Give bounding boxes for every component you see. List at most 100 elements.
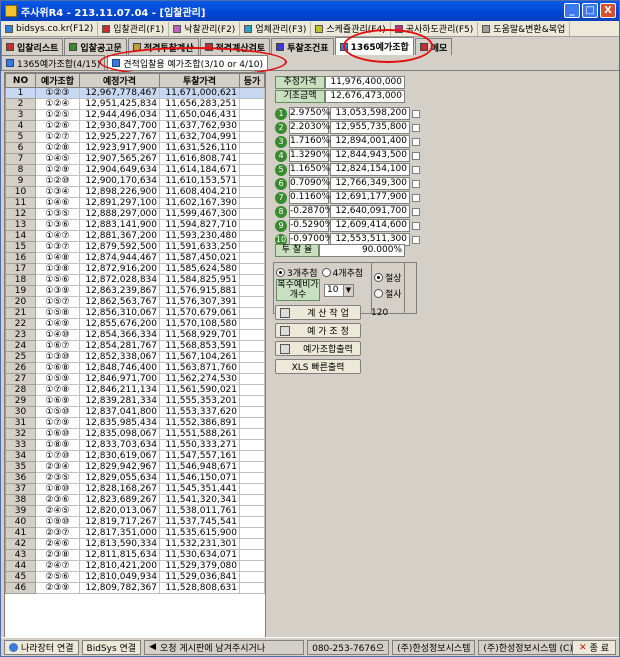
tab-memo[interactable]: 메모 xyxy=(414,38,453,55)
table-row[interactable]: 2 ①②④ 12,951,425,834 11,656,283,251 xyxy=(5,98,265,110)
table-row[interactable]: 5 ①②⑦ 12,925,227,767 11,632,704,991 xyxy=(5,131,265,143)
table-row[interactable]: 32 ①⑥⑩ 12,835,098,067 11,551,588,261 xyxy=(5,428,265,440)
table-row[interactable]: 44 ②④⑦ 12,810,421,200 11,529,379,080 xyxy=(5,560,265,572)
tab-bid-notice[interactable]: 입찰공고문 xyxy=(64,38,127,55)
menu-award-manage[interactable]: 낙찰관리(F2) xyxy=(169,21,241,36)
col-combination[interactable]: 예가조합 xyxy=(35,73,80,88)
ratio-percent[interactable]: -0.2870% xyxy=(289,205,333,218)
ratio-percent[interactable]: 0.7090% xyxy=(289,177,330,190)
table-row[interactable]: 17 ①③⑧ 12,872,916,200 11,585,624,580 xyxy=(5,263,265,275)
table-row[interactable]: 46 ②③⑨ 12,809,782,367 11,528,808,631 xyxy=(5,582,265,594)
table-row[interactable]: 11 ①④⑥ 12,891,297,100 11,602,167,390 xyxy=(5,197,265,209)
radio-3-draw[interactable] xyxy=(276,267,285,277)
ratio-percent[interactable]: 0.1160% xyxy=(289,191,330,204)
table-row[interactable]: 40 ①⑨⑩ 12,819,717,267 11,537,745,541 xyxy=(5,516,265,528)
table-row[interactable]: 43 ②③⑧ 12,811,815,634 11,530,634,071 xyxy=(5,549,265,561)
tab-qualified-review[interactable]: 적격계산검토 xyxy=(199,38,271,55)
menu-company-manage[interactable]: 업체관리(F3) xyxy=(240,21,312,36)
table-row[interactable]: 33 ①⑧⑨ 12,833,703,634 11,550,333,271 xyxy=(5,439,265,451)
close-button[interactable]: X xyxy=(600,3,616,18)
est-price-value[interactable]: 11,976,400,000 xyxy=(325,76,405,89)
menu-help[interactable]: 도움말&변환&복업 xyxy=(478,21,571,36)
menu-bidsys[interactable]: bidsys.co.kr(F12) xyxy=(1,21,99,36)
radio-4-draw[interactable] xyxy=(321,267,331,277)
ratio-percent[interactable]: 1.7160% xyxy=(289,135,330,148)
bid-rate-value[interactable]: 90.000% xyxy=(319,244,405,257)
table-row[interactable]: 15 ①③⑦ 12,879,592,500 11,591,633,250 xyxy=(5,241,265,253)
ratio-percent[interactable]: 2.9750% xyxy=(289,107,330,120)
table-row[interactable]: 24 ①⑥⑦ 12,854,281,767 11,568,853,591 xyxy=(5,340,265,352)
table-row[interactable]: 16 ①④⑧ 12,874,944,467 11,587,450,021 xyxy=(5,252,265,264)
ratio-checkbox[interactable] xyxy=(412,151,420,160)
table-row[interactable]: 38 ②③⑥ 12,823,689,267 11,541,320,341 xyxy=(5,494,265,506)
ratio-checkbox[interactable] xyxy=(412,221,420,230)
ratio-checkbox[interactable] xyxy=(412,123,420,132)
table-row[interactable]: 1 ①②③ 12,967,778,467 11,671,000,621 xyxy=(5,87,265,99)
table-row[interactable]: 10 ①③④ 12,898,226,900 11,608,404,210 xyxy=(5,186,265,198)
radio-round-down[interactable] xyxy=(374,288,383,298)
table-row[interactable]: 8 ①②⑨ 12,904,649,634 11,614,184,671 xyxy=(5,164,265,176)
subtab-1365-combination[interactable]: 1365예가조합(4/15) xyxy=(1,55,106,70)
table-row[interactable]: 21 ①⑤⑧ 12,856,310,067 11,570,679,061 xyxy=(5,307,265,319)
ratio-checkbox[interactable] xyxy=(412,165,420,174)
naraj-connect-button[interactable]: 나라장터 연결 xyxy=(4,639,79,655)
table-row[interactable]: 28 ①⑦⑧ 12,846,211,134 11,561,590,021 xyxy=(5,384,265,396)
tab-qualified-calc[interactable]: 적격투찰계산 xyxy=(127,38,199,55)
table-row[interactable]: 42 ②④⑥ 12,813,590,334 11,532,231,301 xyxy=(5,538,265,550)
col-bid-price[interactable]: 투찰가격 xyxy=(159,73,240,88)
ratio-percent[interactable]: 1.3290% xyxy=(289,149,330,162)
table-row[interactable]: 34 ①⑦⑩ 12,830,619,067 11,547,557,161 xyxy=(5,450,265,462)
exit-button[interactable]: ✕ 종 료 xyxy=(572,640,616,655)
multi-reserve-select[interactable]: 10 ▼ xyxy=(324,283,354,297)
table-row[interactable]: 29 ①⑥⑨ 12,839,281,334 11,555,353,201 xyxy=(5,395,265,407)
maximize-button[interactable]: □ xyxy=(582,3,598,18)
combination-grid[interactable]: NO 예가조합 예정가격 투찰가격 등가 1 ①②③ 12,967,778,467 1… xyxy=(4,72,266,646)
table-row[interactable]: 12 ①③⑤ 12,888,297,000 11,599,467,300 xyxy=(5,208,265,220)
table-row[interactable]: 20 ①⑤⑦ 12,862,563,767 11,576,307,391 xyxy=(5,296,265,308)
table-row[interactable]: 36 ②③⑤ 12,829,055,634 11,546,150,071 xyxy=(5,472,265,484)
table-row[interactable]: 25 ①③⑩ 12,852,338,067 11,567,104,261 xyxy=(5,351,265,363)
table-row[interactable]: 35 ②③④ 12,829,942,967 11,546,948,671 xyxy=(5,461,265,473)
ratio-checkbox[interactable] xyxy=(412,109,420,118)
menu-schedule-manage[interactable]: 스케쥴관리(F4) xyxy=(311,21,391,36)
table-row[interactable]: 41 ②③⑦ 12,817,351,000 11,535,615,900 xyxy=(5,527,265,539)
ratio-checkbox[interactable] xyxy=(412,235,420,244)
tab-bid-list[interactable]: 입찰리스트 xyxy=(1,38,64,55)
table-row[interactable]: 3 ①②⑤ 12,944,496,034 11,650,046,431 xyxy=(5,109,265,121)
table-row[interactable]: 6 ①②⑧ 12,923,917,900 11,631,526,110 xyxy=(5,142,265,154)
table-row[interactable]: 22 ①④⑨ 12,855,676,200 11,570,108,580 xyxy=(5,318,265,330)
col-planned-price[interactable]: 예정가격 xyxy=(79,73,160,88)
calc-button[interactable]: 계 산 작 업 xyxy=(275,305,361,320)
ratio-checkbox[interactable] xyxy=(412,207,420,216)
minimize-button[interactable]: _ xyxy=(564,3,580,18)
table-row[interactable]: 37 ①⑧⑩ 12,828,168,267 11,545,351,441 xyxy=(5,483,265,495)
table-row[interactable]: 19 ①③⑨ 12,863,239,867 11,576,915,881 xyxy=(5,285,265,297)
col-no[interactable]: NO xyxy=(5,73,36,88)
table-row[interactable]: 23 ①④⑩ 12,854,366,334 11,568,929,701 xyxy=(5,329,265,341)
ratio-checkbox[interactable] xyxy=(412,193,420,202)
xls-button[interactable]: XLS 빠른출력 xyxy=(275,359,361,374)
table-row[interactable]: 7 ①④⑤ 12,907,565,267 11,616,808,741 xyxy=(5,153,265,165)
table-row[interactable]: 14 ①④⑦ 12,881,367,200 11,593,230,480 xyxy=(5,230,265,242)
radio-round-up[interactable] xyxy=(374,272,383,282)
table-row[interactable]: 31 ①⑦⑨ 12,835,985,434 11,552,386,891 xyxy=(5,417,265,429)
tab-1365-combination[interactable]: 1365예가조합 xyxy=(334,37,414,55)
ratio-percent[interactable]: 2.2030% xyxy=(289,121,330,134)
ratio-checkbox[interactable] xyxy=(412,137,420,146)
bidsys-connect-button[interactable]: BidSys 연결 xyxy=(81,639,142,655)
table-row[interactable]: 13 ①③⑥ 12,883,141,900 11,594,827,710 xyxy=(5,219,265,231)
print-button[interactable]: 예가조합출력 xyxy=(275,341,361,356)
table-row[interactable]: 27 ①⑤⑨ 12,846,971,700 11,562,274,530 xyxy=(5,373,265,385)
table-row[interactable]: 26 ①⑥⑧ 12,848,746,400 11,563,871,760 xyxy=(5,362,265,374)
menu-bid-manage[interactable]: 입찰관리(F1) xyxy=(98,21,170,36)
table-row[interactable]: 30 ①⑤⑩ 12,837,041,800 11,553,337,620 xyxy=(5,406,265,418)
table-row[interactable]: 18 ①⑤⑥ 12,872,028,834 11,584,825,951 xyxy=(5,274,265,286)
adjust-button[interactable]: 예 가 조 정 xyxy=(275,323,361,338)
table-row[interactable]: 39 ②④⑤ 12,820,013,067 11,538,011,761 xyxy=(5,505,265,517)
ratio-percent[interactable]: 1.1650% xyxy=(289,163,330,176)
col-rank[interactable]: 등가 xyxy=(239,73,265,88)
tab-bid-conditions[interactable]: 투찰조건표 xyxy=(271,38,334,55)
subtab-estimate-combination[interactable]: 견적입찰용 예가조합(3/10 or 4/10) xyxy=(107,55,269,70)
table-row[interactable]: 4 ①②⑥ 12,930,847,700 11,637,762,930 xyxy=(5,120,265,132)
ratio-checkbox[interactable] xyxy=(412,179,420,188)
